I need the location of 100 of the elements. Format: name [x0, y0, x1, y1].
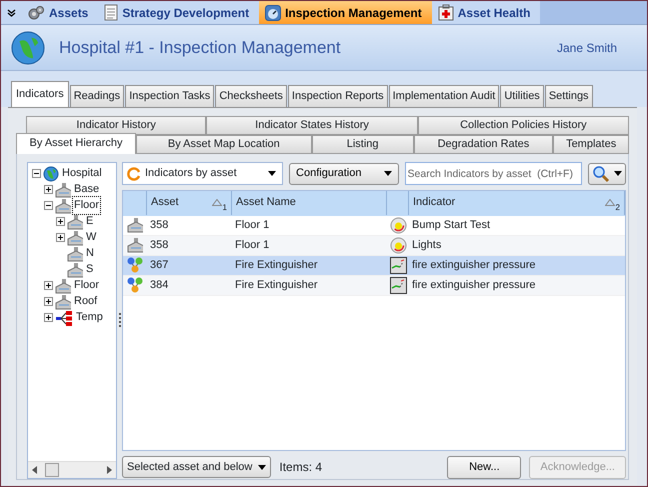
building-icon	[67, 246, 83, 262]
caret-icon	[258, 464, 266, 470]
building-icon	[55, 278, 71, 294]
sort-icon	[605, 199, 616, 206]
table-cell-text: Bump Start Test	[411, 218, 492, 233]
building-icon	[127, 237, 143, 253]
tab[interactable]: Templates	[553, 134, 629, 154]
tree-item[interactable]: Temp	[75, 309, 104, 326]
table-cell-text: fire extinguisher pressure	[411, 278, 537, 293]
sort-icon	[212, 199, 222, 206]
building-icon	[55, 294, 71, 310]
tree-item[interactable]: S	[85, 261, 94, 278]
tab[interactable]: Indicator States History	[206, 116, 418, 134]
gears-icon	[27, 4, 45, 20]
caret-icon	[268, 171, 276, 176]
refresh-icon	[126, 166, 142, 182]
expand-icon[interactable]	[44, 313, 53, 322]
table-cell-text: 367	[149, 258, 170, 273]
tree-item[interactable]: N	[85, 245, 95, 262]
table-cell-text: Fire Extinguisher	[234, 258, 319, 273]
tree-item[interactable]: E	[85, 213, 94, 230]
table-cell-text: 358	[149, 238, 170, 253]
grid-row[interactable]: 367 Fire Extinguisher fire extinguisher pressure	[123, 256, 625, 276]
expand-icon[interactable]	[44, 297, 53, 306]
collapse-icon[interactable]	[32, 169, 41, 178]
footer-button[interactable]: New...	[447, 456, 522, 478]
grid-row[interactable]: 358 Floor 1 Lights	[123, 236, 625, 256]
table-cell-text: Floor 1	[234, 238, 270, 253]
building-icon	[55, 198, 71, 214]
tab[interactable]: By Asset Hierarchy	[16, 132, 136, 154]
search-icon	[592, 164, 610, 182]
tree-item[interactable]: W	[85, 229, 98, 246]
module-tab[interactable]: Asset Health	[432, 1, 540, 24]
component-icon	[126, 276, 144, 294]
search-field[interactable]: Search Indicators by asset (Ctrl+F)	[404, 162, 582, 185]
tree-item[interactable]: Floor	[73, 197, 100, 214]
table-cell-text: Fire Extinguisher	[234, 278, 319, 293]
globe-logo-icon	[11, 30, 45, 64]
tab[interactable]: Settings	[544, 85, 593, 106]
user-name: Jane Smith	[556, 40, 617, 56]
grid-row[interactable]: 358 Floor 1 Bump Start Test	[123, 216, 625, 236]
scope-dropdown[interactable]: Selected asset and below	[122, 456, 272, 478]
component-icon	[126, 256, 144, 274]
tab[interactable]: Readings	[70, 85, 124, 106]
view-dropdown[interactable]: Indicators by asset	[122, 162, 284, 185]
expand-icon[interactable]	[44, 281, 53, 290]
gauge-icon	[265, 4, 282, 20]
gauge-icon	[390, 236, 406, 254]
trend-chart-icon	[390, 276, 406, 294]
gauge-icon	[390, 216, 406, 234]
page-title: Hospital #1 - Inspection Management	[59, 36, 342, 59]
scroll-right-icon[interactable]	[107, 466, 112, 474]
building-icon	[67, 262, 83, 278]
module-tab[interactable]: Inspection Management	[259, 1, 432, 24]
tree-item[interactable]: Base	[73, 181, 100, 198]
tab[interactable]: Inspection Reports	[288, 85, 388, 106]
table-cell-text: Lights	[411, 238, 442, 253]
tab[interactable]: Checksheets	[215, 85, 287, 106]
hierarchy-icon	[55, 310, 73, 326]
chevron-icon[interactable]	[6, 8, 16, 16]
search-button[interactable]	[588, 162, 626, 184]
tab[interactable]: Utilities	[500, 85, 544, 106]
tab[interactable]: Implementation Audit	[388, 85, 500, 106]
globe-icon	[43, 166, 59, 182]
item-count: Items: 4	[279, 459, 322, 476]
module-tab[interactable]: Assets	[21, 1, 98, 24]
horizontal-scrollbar[interactable]	[28, 461, 116, 478]
tree-item[interactable]: Roof	[73, 293, 98, 310]
expand-icon[interactable]	[56, 217, 65, 226]
caret-icon	[384, 171, 392, 176]
tab[interactable]: Indicators	[11, 81, 69, 106]
medical-kit-icon	[438, 4, 454, 21]
column-header[interactable]: Asset Name	[232, 190, 387, 214]
table-cell-text: 358	[149, 218, 170, 233]
trend-chart-icon	[390, 256, 406, 274]
tab[interactable]: Indicator History	[26, 116, 206, 134]
document-icon	[104, 4, 118, 21]
expand-icon[interactable]	[56, 233, 65, 242]
tab[interactable]: Collection Policies History	[418, 116, 630, 134]
building-icon	[67, 214, 83, 230]
table-cell-text: 384	[149, 278, 170, 293]
building-icon	[127, 217, 143, 233]
expand-icon[interactable]	[44, 185, 53, 194]
building-icon	[55, 182, 71, 198]
tab[interactable]: Listing	[312, 134, 414, 154]
building-icon	[67, 230, 83, 246]
table-cell-text: Floor 1	[234, 218, 270, 233]
configuration-button[interactable]: Configuration	[289, 162, 399, 184]
scroll-left-icon[interactable]	[32, 466, 37, 474]
scroll-thumb[interactable]	[45, 463, 59, 477]
tab[interactable]: Inspection Tasks	[125, 85, 214, 106]
collapse-icon[interactable]	[44, 201, 53, 210]
grid-row[interactable]: 384 Fire Extinguisher fire extinguisher pressure	[123, 276, 625, 296]
table-cell-text: fire extinguisher pressure	[411, 258, 537, 273]
tab[interactable]: Degradation Rates	[414, 134, 554, 154]
module-tab[interactable]: Strategy Development	[98, 1, 260, 24]
tab[interactable]: By Asset Map Location	[136, 134, 312, 154]
tree-item[interactable]: Hospital	[61, 165, 103, 182]
tree-item[interactable]: Floor	[73, 277, 100, 294]
caret-icon	[614, 171, 622, 176]
